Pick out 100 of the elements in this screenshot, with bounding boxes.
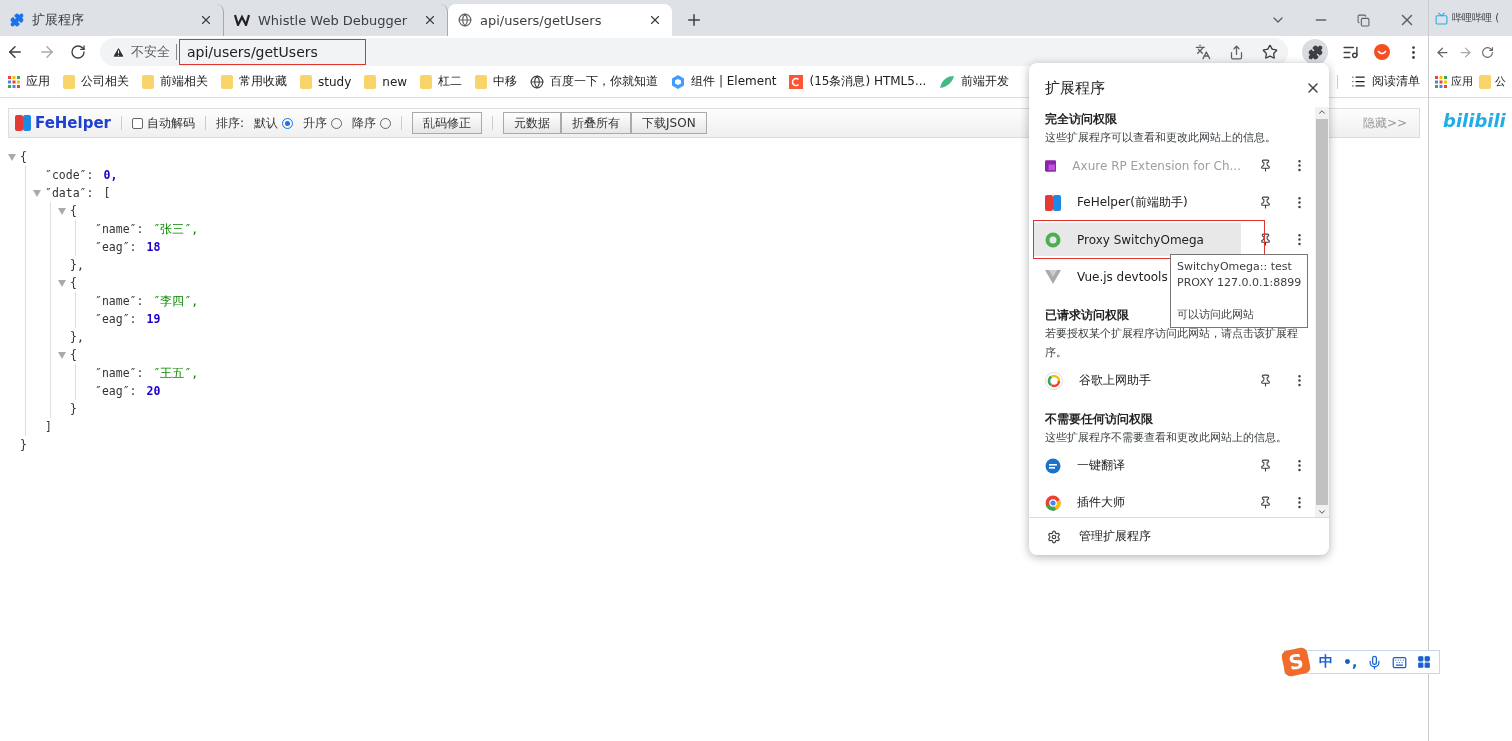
browser-tab[interactable]: 哔哩哔哩 ( [1429, 0, 1512, 36]
toolbar-button[interactable]: 下载JSON [631, 112, 707, 134]
apps-grid-icon [8, 75, 20, 88]
popup-title: 扩展程序 [1045, 78, 1105, 98]
settings-icon [1047, 529, 1061, 544]
json-key: ″name″: [95, 366, 144, 380]
tooltip-text: SwitchyOmega:: test [1177, 259, 1293, 275]
bookmark-link[interactable]: 应用 [1451, 74, 1473, 89]
bracket: } [20, 438, 27, 452]
section-heading: 已请求访问权限 [1045, 307, 1129, 324]
bracket: } [70, 402, 77, 416]
reload-icon[interactable] [70, 44, 86, 60]
pin-icon[interactable] [1259, 195, 1272, 210]
folder-icon [221, 74, 233, 89]
json-value: 0, [103, 168, 118, 182]
back-icon[interactable] [1435, 44, 1450, 60]
split-square-icon [15, 115, 31, 131]
square-logo-icon [1045, 157, 1057, 174]
ring-icon [1045, 231, 1061, 248]
section-description: 若要授权某个扩展程序访问此网站，请点击该扩展程序。 [1044, 326, 1299, 361]
bookmark-link[interactable]: 公司相关 [81, 73, 129, 90]
apps-grid-icon [1435, 75, 1447, 88]
site-logo-icon [789, 74, 804, 89]
bracket: }, [70, 258, 84, 272]
pin-icon[interactable] [1259, 232, 1272, 247]
ring-icon [1045, 494, 1061, 511]
share-icon[interactable] [1229, 44, 1244, 60]
keyboard-icon[interactable] [1392, 654, 1408, 670]
manage-extensions-link[interactable]: 管理扩展程序 [1079, 528, 1151, 545]
translate-icon[interactable] [1195, 44, 1211, 60]
bookmark-link[interactable]: 百度一下，你就知道 [550, 73, 659, 90]
pin-icon[interactable] [1259, 495, 1272, 510]
reading-list-link[interactable]: 阅读清单 [1372, 73, 1420, 90]
back-icon[interactable] [6, 43, 24, 61]
reload-icon[interactable] [1481, 45, 1494, 59]
pin-icon[interactable] [1259, 458, 1272, 473]
json-value: 18 [146, 240, 161, 254]
tooltip-text: PROXY 127.0.0.1:8899 [1177, 275, 1302, 291]
bookmark-link[interactable]: (15条消息) HTML5... [809, 73, 927, 90]
bookmark-link[interactable]: 应用 [26, 73, 50, 90]
bookmark-link[interactable]: 杠二 [438, 73, 463, 90]
browser-tab[interactable]: api/users/getUsers [448, 4, 672, 36]
toolbar-button[interactable]: 元数据 [503, 112, 562, 134]
bookmark-link[interactable]: 常用收藏 [239, 73, 287, 90]
avatar-icon[interactable] [1373, 43, 1391, 61]
bookmark-link[interactable]: 中移 [493, 73, 518, 90]
browser-tab[interactable]: 扩展程序 [0, 4, 224, 36]
toolbar-button[interactable]: 折叠所有 [561, 112, 632, 134]
json-value: 20 [146, 384, 161, 398]
folder-icon [364, 74, 377, 89]
triangle-icon [1045, 269, 1061, 284]
close-icon[interactable] [199, 13, 213, 27]
extension-item[interactable]: Proxy SwitchyOmega [1033, 223, 1241, 256]
section-heading: 完全访问权限 [1045, 111, 1117, 128]
json-key: ″data″: [45, 186, 94, 200]
bookmark-link[interactable]: 公 [1495, 74, 1506, 89]
bookmark-link[interactable]: new [382, 74, 408, 89]
json-key: ″name″: [95, 222, 144, 236]
microphone-icon[interactable] [1367, 654, 1383, 670]
json-key: ″eag″: [95, 240, 137, 254]
bracket: { [70, 276, 77, 290]
json-value: ″李四″, [153, 293, 199, 309]
extension-item[interactable]: FeHelper(前端助手) [1033, 186, 1241, 219]
extension-item[interactable]: 谷歌上网助手 [1033, 364, 1241, 397]
warning-icon [112, 45, 125, 59]
bookmark-link[interactable]: 前端开发 [961, 73, 1010, 90]
address-bar[interactable]: 不安全 api/users/getUsers [100, 38, 1288, 66]
bracket: }, [70, 330, 84, 344]
input-mode-button[interactable]: 中 [1319, 653, 1333, 671]
scrollbar-thumb[interactable] [1316, 119, 1328, 505]
checkbox-label: 自动解码 [147, 114, 195, 132]
punctuation-button[interactable]: •, [1343, 654, 1358, 670]
extension-item[interactable]: 插件大师 [1033, 486, 1241, 517]
folder-icon [300, 74, 312, 89]
radio-label: 降序 [352, 114, 377, 132]
globe-icon [458, 13, 472, 27]
scroll-down-icon[interactable] [1317, 507, 1327, 517]
ime-logo: S [1280, 646, 1312, 678]
pin-icon[interactable] [1259, 373, 1272, 388]
close-icon[interactable] [423, 13, 437, 27]
extension-item[interactable]: 一键翻译 [1033, 449, 1241, 482]
puzzle-icon[interactable] [1302, 39, 1328, 65]
radio-label: 升序 [303, 114, 328, 132]
bookmark-link[interactable]: study [318, 74, 352, 89]
json-value: 19 [146, 312, 161, 326]
scroll-up-icon[interactable] [1317, 107, 1327, 117]
hexagon-icon [671, 74, 686, 89]
bookmark-link[interactable]: 前端相关 [160, 73, 208, 90]
close-icon[interactable] [648, 13, 662, 27]
grid-icon[interactable] [1417, 655, 1432, 669]
bookmark-link[interactable]: 组件 | Element [691, 73, 777, 90]
section-heading: 不需要任何访问权限 [1045, 411, 1153, 428]
fix-encoding-button[interactable]: 乱码修正 [412, 112, 483, 134]
folder-icon [420, 74, 433, 89]
bracket: [ [103, 186, 111, 200]
sort-label: 排序: [216, 114, 245, 132]
star-icon[interactable] [1262, 44, 1278, 60]
tooltip-note: 可以访问此网站 [1177, 307, 1255, 323]
checkbox[interactable] [132, 117, 143, 129]
security-label: 不安全 [131, 43, 170, 61]
